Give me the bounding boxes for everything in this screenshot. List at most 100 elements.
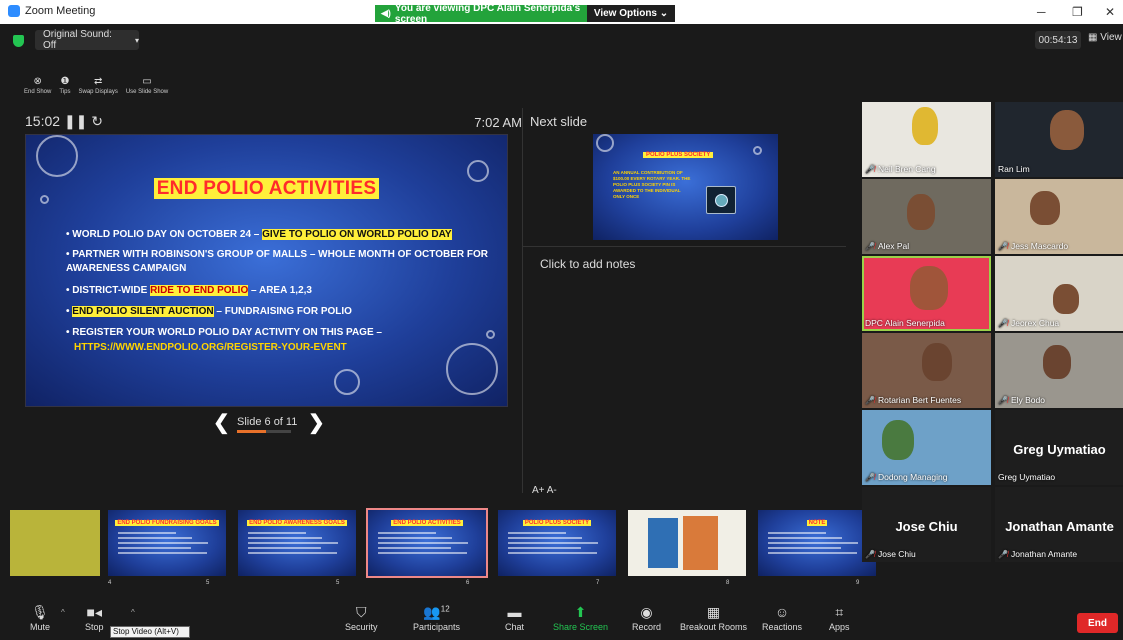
participant-tile[interactable]: Greg Uymatiao Greg Uymatiao [995,410,1123,485]
next-slide-icon[interactable]: ❯ [308,410,325,435]
encryption-shield-icon[interactable] [13,35,24,47]
participant-tile[interactable]: 🎤̸ Alex Pal [862,179,991,254]
slide-thumbnail[interactable]: END POLIO AWARENESS GOALS [238,510,356,576]
bubble-decoration [753,146,762,155]
slide-bullet: • PARTNER WITH ROBINSON'S GROUP OF MALLS… [66,249,488,274]
video-options-caret-icon[interactable]: ^ [131,608,135,617]
participant-tile[interactable]: Jonathan Amante 🎤̸ Jonathan Amante [995,487,1123,562]
previous-slide-icon[interactable]: ❮ [213,410,230,435]
stop-video-button[interactable]: ■◂ Stop [85,604,104,632]
participant-name-tag: 🎤̸ Dodong Managing [865,472,947,482]
record-label: Record [632,622,662,632]
slide-thumbnail[interactable] [10,510,100,576]
slide-navigator: ❮ Slide 6 of 11 ❯ [213,408,343,438]
reactions-button[interactable]: ☺ Reactions [762,604,802,632]
slide-thumbnail[interactable]: NOTE [758,510,876,576]
swap-icon: ⇄ [93,76,103,87]
grid-icon: ▦ [1088,32,1098,43]
slide-bullet: • END POLIO SILENT AUCTION – FUNDRAISING… [66,306,352,317]
speaker-notes[interactable]: Click to add notes A+ A- [523,246,846,496]
presenter-tool-tips[interactable]: ❶ Tips [55,76,74,95]
participant-name: Ely Bodo [1010,395,1045,405]
participant-tile[interactable]: 🎤̸ Neil Bren Cang [862,102,991,177]
thumbnail-photo [648,518,678,568]
participant-tile[interactable]: 🎤̸ Jess Mascardo [995,179,1123,254]
thumbnail-number: 7 [596,580,600,586]
muted-mic-icon: 🎤̸ [865,549,875,559]
participant-video [882,420,914,460]
participant-tile[interactable]: DPC Alain Senerpida [862,256,991,331]
participants-button[interactable]: 👥12 Participants [413,604,460,632]
thumbnail-title-text: POLIO PLUS SOCIETY [522,520,592,526]
breakout-label: Breakout Rooms [680,622,748,632]
next-slide-preview[interactable]: POLIO PLUS SOCIETY AN ANNUAL CONTRIBUTIO… [593,134,778,240]
pause-icon[interactable]: ❚❚ [64,113,87,129]
participant-name-tag: 🎤̸ Alex Pal [865,241,909,251]
presenter-tool-label: Tips [59,89,71,95]
participant-tile[interactable]: 🎤̸ Ely Bodo [995,333,1123,408]
participant-video [922,343,952,381]
bullet-text: DISTRICT-WIDE [72,285,151,296]
chevron-down-icon: ▾ [134,35,139,45]
participant-video [912,107,938,145]
viewing-banner: ◀) You are viewing DPC Alain Senerpida's … [375,2,675,25]
participants-label: Participants [413,622,461,632]
share-screen-button[interactable]: ⬆ Share Screen [553,604,608,632]
audio-options-caret-icon[interactable]: ^ [61,608,65,617]
maximize-icon[interactable]: ❐ [1072,5,1083,19]
slide-thumbnail[interactable]: POLIO PLUS SOCIETY [498,510,616,576]
participant-name-large: Greg Uymatiao [1013,442,1106,457]
presenter-tool-swap[interactable]: ⇄ Swap Displays [74,76,121,95]
original-sound-button[interactable]: Original Sound: Off ▾ [35,29,139,51]
original-sound-label: Original Sound: Off [43,29,112,51]
muted-mic-icon: 🎤̸ [998,241,1008,251]
muted-mic-icon: 🎤̸ [865,164,875,174]
presenter-tool-end-show[interactable]: ⊗ End Show [20,76,55,95]
muted-mic-icon: 🎤̸ [998,549,1008,559]
slide-progress-fill [237,430,267,433]
slide-url[interactable]: HTTPS://WWW.ENDPOLIO.ORG/REGISTER-YOUR-E… [74,341,507,355]
participant-video [1053,284,1079,314]
slide-counter: Slide 6 of 11 [237,416,298,428]
current-slide: END POLIO ACTIVITIES • WORLD POLIO DAY O… [25,134,508,407]
presenter-tool-slideshow[interactable]: ▭ Use Slide Show [122,76,172,95]
thumbnail-number: 5 [206,580,210,586]
participant-tile[interactable]: 🎤̸ Jeorex Chua [995,256,1123,331]
view-button[interactable]: ▦ View [1088,32,1122,43]
thumbnail-title: POLIO PLUS SOCIETY [498,520,616,526]
participant-name-tag: 🎤̸ Jose Chiu [865,549,916,559]
close-icon[interactable]: ✕ [1105,5,1115,19]
end-meeting-button[interactable]: End [1077,613,1118,633]
view-options-button[interactable]: View Options ⌄ [587,5,675,22]
slide-thumbnail[interactable]: END POLIO ACTIVITIES [366,508,488,578]
security-button[interactable]: ⛉ Security [345,604,378,632]
slide-thumbnail[interactable]: END POLIO FUNDRAISING GOALS [108,510,226,576]
minimize-icon[interactable]: ─ [1037,5,1046,19]
participant-tile[interactable]: 🎤̸ Rotarian Bert Fuentes [862,333,991,408]
participant-tile[interactable]: Ran Lim [995,102,1123,177]
slide-thumbnail[interactable] [628,510,746,576]
presenter-tool-label: Use Slide Show [125,89,169,95]
participant-name-tag: 🎤̸ Jonathan Amante [998,549,1077,559]
participant-name: Jonathan Amante [1010,549,1078,559]
record-button[interactable]: ◉ Record [632,604,661,632]
chat-button[interactable]: ▬ Chat [505,604,524,632]
viewing-text: You are viewing DPC Alain Senerpida's sc… [394,2,581,25]
bullet-text: PARTNER WITH ROBINSON'S GROUP OF MALLS –… [66,249,488,274]
reset-timer-icon[interactable]: ↻ [91,113,103,129]
participant-name: Neil Bren Cang [877,164,936,174]
participant-name-tag: DPC Alain Senerpida [865,318,945,328]
apps-button[interactable]: ⌗ Apps [829,604,850,632]
participant-tile[interactable]: Jose Chiu 🎤̸ Jose Chiu [862,487,991,562]
polio-plus-pin-image [706,186,736,214]
participant-name: DPC Alain Senerpida [865,318,945,328]
participant-tile[interactable]: 🎤̸ Dodong Managing [862,410,991,485]
thumbnail-lines [378,532,474,557]
thumbnail-title-text: END POLIO AWARENESS GOALS [247,520,347,526]
font-size-controls[interactable]: A+ A- [532,485,557,496]
mute-button[interactable]: 🎙 Mute [30,604,50,632]
wall-clock: 7:02 AM [474,115,522,130]
next-slide-title: POLIO PLUS SOCIETY [643,152,714,158]
bullet-text: WORLD POLIO DAY ON OCTOBER 24 – [72,229,263,240]
breakout-rooms-button[interactable]: ▦ Breakout Rooms [680,604,747,632]
